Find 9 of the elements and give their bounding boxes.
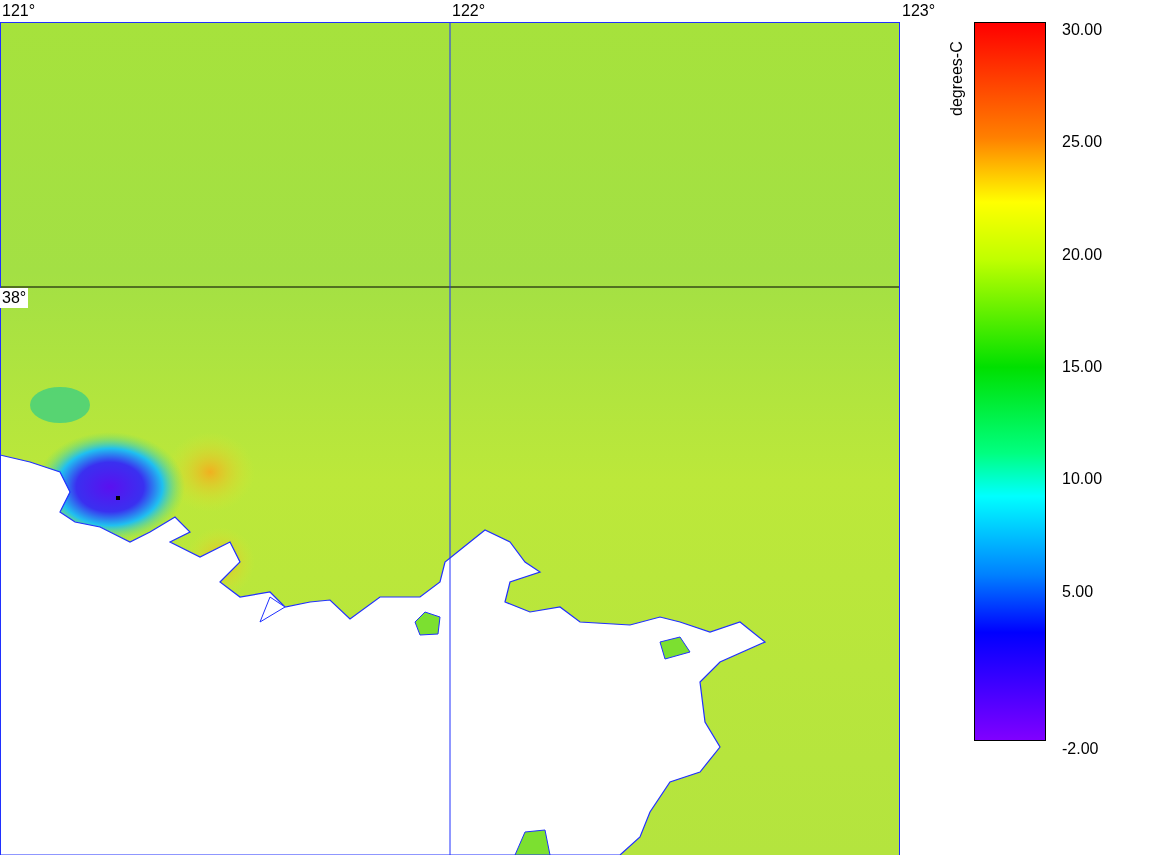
colorbar-tick-label: 30.00: [1062, 20, 1103, 40]
colorbar-tick-label: 10.00: [1062, 469, 1103, 490]
colorbar-title: degrees-C: [948, 40, 966, 116]
colorbar-tick-label: 20.00: [1062, 244, 1103, 265]
latitude-label: 38°: [0, 288, 29, 308]
colorbar-tick-label: -2.00: [1062, 739, 1099, 759]
colorbar-tick-label: 25.00: [1062, 132, 1103, 153]
colorbar-tick-label: 5.00: [1062, 581, 1094, 602]
colorbar-tick-label: 15.00: [1062, 356, 1103, 377]
